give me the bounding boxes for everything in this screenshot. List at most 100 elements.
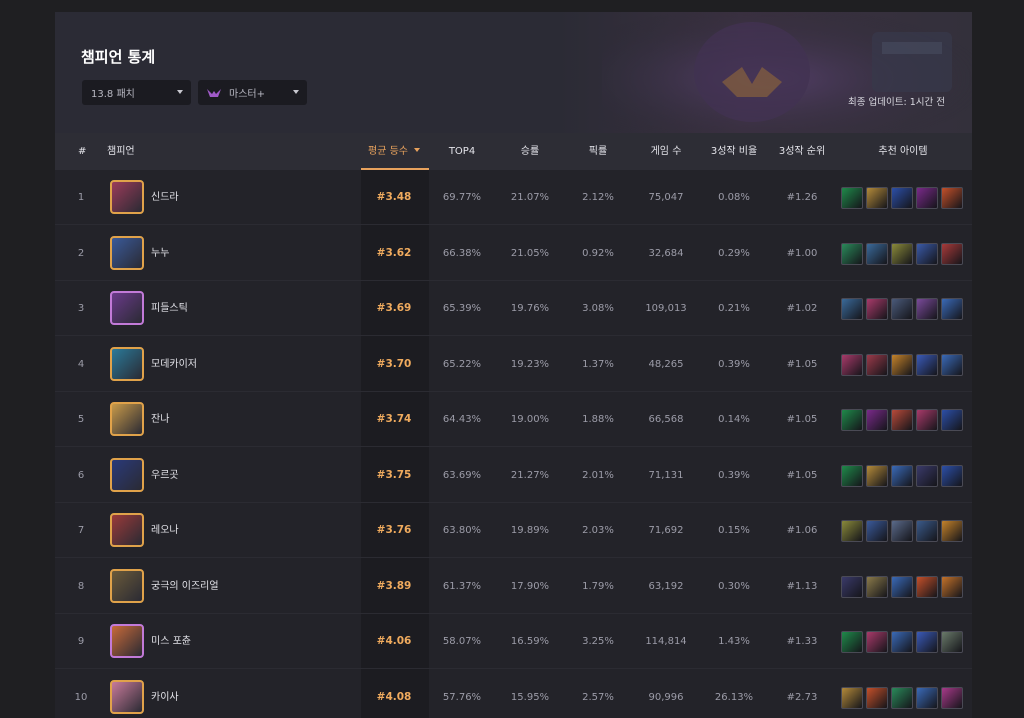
table-row[interactable]: 9 미스 포츈 #4.06 58.07% 16.59% 3.25% 114,814 1.43%… — [55, 614, 972, 669]
3star-rate-cell: 0.14% — [718, 414, 750, 425]
header-pickrate[interactable]: 픽률 — [589, 133, 607, 170]
patch-select[interactable]: 13.8 패치 — [82, 80, 191, 105]
winrate-cell: 19.23% — [510, 358, 550, 370]
item-icon[interactable] — [941, 298, 963, 320]
champion-portrait[interactable] — [110, 513, 144, 547]
rank-cell: 4 — [77, 358, 85, 370]
rank-cell: 9 — [77, 636, 85, 647]
champion-portrait[interactable] — [110, 235, 144, 270]
header-top4[interactable]: TOP4 — [449, 133, 475, 170]
3star-rate-cell: 0.15% — [718, 525, 750, 536]
pickrate-cell: 2.57% — [582, 691, 614, 703]
item-icon[interactable] — [841, 409, 863, 431]
item-icon[interactable] — [841, 242, 863, 265]
item-icon[interactable] — [891, 298, 913, 320]
item-icon[interactable] — [866, 686, 888, 709]
item-icon[interactable] — [866, 631, 888, 653]
table-row[interactable]: 2 누누 #3.62 66.38% 21.05% 0.92% 32,684 0.29% #1.0… — [55, 226, 972, 281]
item-icon[interactable] — [841, 575, 863, 598]
table-row[interactable]: 5 잔나 #3.74 64.43% 19.00% 1.88% 66,568 0.14% #1.0… — [55, 392, 972, 447]
item-icon[interactable] — [941, 575, 963, 598]
item-icon[interactable] — [866, 353, 888, 376]
champion-portrait[interactable] — [110, 568, 144, 603]
item-icon[interactable] — [866, 409, 888, 431]
item-icon[interactable] — [916, 242, 938, 265]
champion-portrait[interactable] — [110, 402, 144, 436]
table-row[interactable]: 1 신드라 #3.48 69.77% 21.07% 2.12% 75,047 0.08% #1.… — [55, 170, 972, 225]
item-icon[interactable] — [841, 464, 863, 487]
header-banner: 챔피언 통계 13.8 패치 마스터+ 최종 업데이트: 1시간 전 — [55, 12, 972, 133]
item-icon[interactable] — [866, 575, 888, 598]
table-row[interactable]: 3 피들스틱 #3.69 65.39% 19.76% 3.08% 109,013 0.21% #… — [55, 281, 972, 336]
recommended-items — [841, 187, 963, 209]
item-icon[interactable] — [891, 631, 913, 653]
table-row[interactable]: 8 궁극의 이즈리얼 #3.89 61.37% 17.90% 1.79% 63,192 0.3… — [55, 559, 972, 614]
item-icon[interactable] — [841, 520, 863, 542]
item-icon[interactable] — [891, 575, 913, 598]
item-icon[interactable] — [916, 520, 938, 542]
item-icon[interactable] — [941, 187, 963, 209]
item-icon[interactable] — [916, 353, 938, 376]
item-icon[interactable] — [841, 631, 863, 653]
pickrate-cell: 3.08% — [582, 303, 614, 314]
item-icon[interactable] — [941, 686, 963, 709]
champion-portrait[interactable] — [110, 180, 144, 214]
table-header: # 챔피언 평균 등수 TOP4 승률 픽률 게임 수 3성작 비율 3성작 순… — [55, 133, 972, 170]
item-icon[interactable] — [941, 631, 963, 653]
item-icon[interactable] — [866, 464, 888, 487]
3star-rank-cell: #1.33 — [786, 636, 818, 647]
table-row[interactable]: 6 우르곳 #3.75 63.69% 21.27% 2.01% 71,131 0.39% #1.… — [55, 448, 972, 503]
item-icon[interactable] — [891, 520, 913, 542]
item-icon[interactable] — [916, 464, 938, 487]
page-title: 챔피언 통계 — [81, 48, 156, 66]
item-icon[interactable] — [891, 686, 913, 709]
item-icon[interactable] — [841, 686, 863, 709]
item-icon[interactable] — [891, 464, 913, 487]
item-icon[interactable] — [916, 409, 938, 431]
item-icon[interactable] — [941, 520, 963, 542]
item-icon[interactable] — [841, 353, 863, 376]
item-icon[interactable] — [916, 686, 938, 709]
header-games[interactable]: 게임 수 — [651, 133, 682, 170]
champion-name: 피들스틱 — [151, 303, 188, 314]
table-row[interactable]: 10 카이사 #4.08 57.76% 15.95% 2.57% 90,996 26.13% #… — [55, 670, 972, 718]
item-icon[interactable] — [916, 187, 938, 209]
header-avg-placement[interactable]: 평균 등수 — [368, 133, 420, 170]
item-icon[interactable] — [891, 242, 913, 265]
item-icon[interactable] — [866, 187, 888, 209]
item-icon[interactable] — [866, 242, 888, 265]
table-row[interactable]: 4 모데카이저 #3.70 65.22% 19.23% 1.37% 48,265 0.39% #… — [55, 337, 972, 392]
header-champion[interactable]: 챔피언 — [107, 133, 135, 170]
table-row[interactable]: 7 레오나 #3.76 63.80% 19.89% 2.03% 71,692 0.15% #1.… — [55, 503, 972, 558]
item-icon[interactable] — [916, 631, 938, 653]
item-icon[interactable] — [891, 409, 913, 431]
pickrate-cell: 2.01% — [582, 469, 614, 481]
item-icon[interactable] — [841, 187, 863, 209]
header-3star-rate[interactable]: 3성작 비율 — [711, 133, 757, 170]
3star-rank-cell: #1.05 — [786, 358, 818, 370]
rank-cell: 8 — [77, 580, 85, 592]
patch-select-value: 13.8 패치 — [91, 89, 135, 100]
recommended-items — [841, 520, 963, 542]
item-icon[interactable] — [941, 353, 963, 376]
item-icon[interactable] — [891, 187, 913, 209]
item-icon[interactable] — [891, 353, 913, 376]
item-icon[interactable] — [841, 298, 863, 320]
header-winrate[interactable]: 승률 — [521, 133, 539, 170]
item-icon[interactable] — [916, 575, 938, 598]
champion-portrait[interactable] — [110, 624, 144, 658]
champion-portrait[interactable] — [110, 291, 144, 325]
item-icon[interactable] — [941, 242, 963, 265]
item-icon[interactable] — [941, 409, 963, 431]
champion-portrait[interactable] — [110, 346, 144, 381]
tier-select[interactable]: 마스터+ — [198, 80, 307, 105]
champion-portrait[interactable] — [110, 457, 144, 492]
header-3star-rank[interactable]: 3성작 순위 — [779, 133, 825, 170]
champion-portrait[interactable] — [110, 679, 144, 714]
item-icon[interactable] — [866, 298, 888, 320]
item-icon[interactable] — [866, 520, 888, 542]
champion-name: 카이사 — [151, 691, 179, 703]
champion-name: 궁극의 이즈리얼 — [151, 580, 219, 592]
item-icon[interactable] — [916, 298, 938, 320]
item-icon[interactable] — [941, 464, 963, 487]
